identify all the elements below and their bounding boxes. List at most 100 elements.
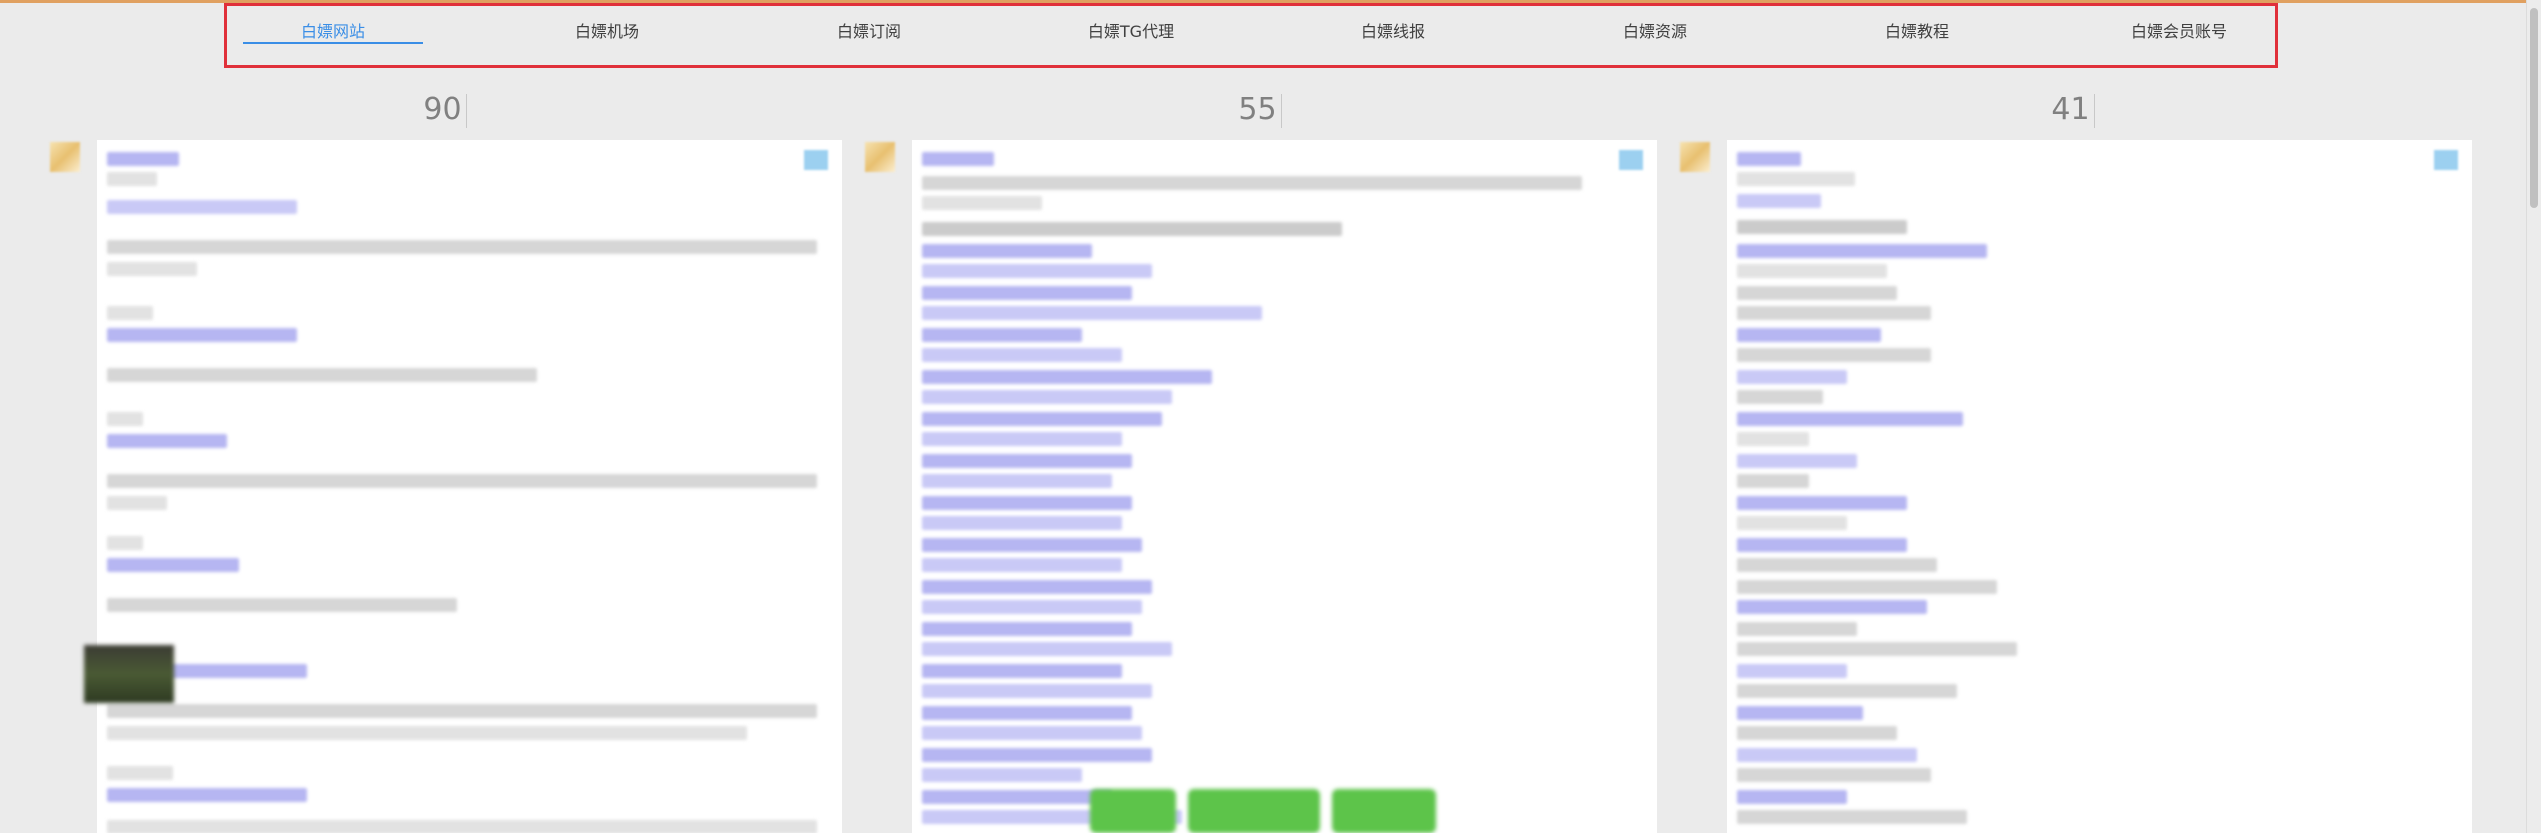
column-1-count: 90 <box>385 92 505 128</box>
post-author-link[interactable] <box>922 152 994 166</box>
post-link[interactable] <box>922 684 1152 698</box>
post-link[interactable] <box>922 538 1142 552</box>
post-text-line <box>107 262 197 276</box>
avatar-icon <box>1680 142 1710 172</box>
tab-baipiao-subscriptions[interactable]: 白嫖订阅 <box>779 6 959 58</box>
tab-baipiao-tg-proxy[interactable]: 白嫖TG代理 <box>1041 6 1221 58</box>
post-text-line <box>1737 642 2017 656</box>
post-text-line <box>107 368 537 382</box>
post-link[interactable] <box>922 496 1132 510</box>
post-column-1 <box>97 140 842 833</box>
post-link[interactable] <box>922 348 1122 362</box>
tab-baipiao-vip-accounts[interactable]: 白嫖会员账号 <box>2089 6 2269 58</box>
post-link[interactable] <box>922 432 1122 446</box>
post-link[interactable] <box>922 748 1152 762</box>
post-link[interactable] <box>922 726 1142 740</box>
post-link[interactable] <box>1737 194 1821 208</box>
post-text-line <box>1737 286 1897 300</box>
post-link[interactable] <box>922 370 1212 384</box>
post-text-line <box>1737 768 1931 782</box>
post-column-3 <box>1727 140 2472 833</box>
post-author-link[interactable] <box>107 152 179 166</box>
post-text-line <box>1737 684 1957 698</box>
post-label <box>107 412 143 426</box>
post-text-line <box>1737 516 1847 530</box>
post-link[interactable] <box>922 516 1122 530</box>
post-link[interactable] <box>1737 328 1881 342</box>
post-link[interactable] <box>1737 790 1847 804</box>
post-text-line <box>107 496 167 510</box>
post-meta <box>1737 172 1855 186</box>
tab-baipiao-tutorials[interactable]: 白嫖教程 <box>1827 6 2007 58</box>
post-link[interactable] <box>1737 244 1987 258</box>
post-text-line <box>1737 390 1823 404</box>
post-text-line <box>1737 580 1997 594</box>
post-link[interactable] <box>922 328 1082 342</box>
post-label <box>107 536 143 550</box>
post-link[interactable] <box>922 244 1092 258</box>
post-text-line <box>1737 474 1809 488</box>
post-text-line <box>922 176 1582 190</box>
post-text-line <box>107 474 817 488</box>
post-link[interactable] <box>107 788 307 802</box>
tab-baipiao-resources[interactable]: 白嫖资源 <box>1565 6 1745 58</box>
post-text-line <box>1737 306 1931 320</box>
category-tabs: 白嫖网站 白嫖机场 白嫖订阅 白嫖TG代理 白嫖线报 白嫖资源 白嫖教程 白嫖会… <box>224 3 2278 68</box>
post-link[interactable] <box>922 790 1112 804</box>
post-link[interactable] <box>107 434 227 448</box>
post-link[interactable] <box>1737 706 1863 720</box>
post-text-line <box>922 196 1042 210</box>
post-link[interactable] <box>922 412 1162 426</box>
post-link[interactable] <box>1737 496 1907 510</box>
post-column-2 <box>912 140 1657 833</box>
post-text-line <box>1737 726 1897 740</box>
post-link[interactable] <box>922 642 1172 656</box>
page-scrollbar[interactable] <box>2526 0 2541 833</box>
post-link[interactable] <box>922 264 1152 278</box>
post-text-line <box>922 222 1342 236</box>
action-button[interactable] <box>1188 789 1320 833</box>
image-icon <box>2434 150 2458 170</box>
post-text-line <box>1737 432 1809 446</box>
post-link[interactable] <box>922 622 1132 636</box>
post-link[interactable] <box>922 306 1262 320</box>
post-link[interactable] <box>107 328 297 342</box>
scrollbar-thumb[interactable] <box>2530 8 2538 208</box>
post-link[interactable] <box>922 390 1172 404</box>
post-link[interactable] <box>922 768 1082 782</box>
post-link[interactable] <box>107 558 239 572</box>
post-link[interactable] <box>922 706 1132 720</box>
post-link[interactable] <box>1737 664 1847 678</box>
action-button[interactable] <box>1090 789 1176 833</box>
post-link[interactable] <box>922 454 1132 468</box>
action-button[interactable] <box>1332 789 1436 833</box>
post-text-line <box>107 704 817 718</box>
post-link[interactable] <box>922 558 1122 572</box>
post-text-line <box>1737 264 1887 278</box>
post-link[interactable] <box>1737 454 1857 468</box>
post-text-line <box>1737 348 1931 362</box>
post-author-link[interactable] <box>1737 152 1801 166</box>
post-text-line <box>1737 558 1937 572</box>
column-3-count: 41 <box>2013 92 2133 128</box>
post-link[interactable] <box>1737 412 1963 426</box>
tab-baipiao-websites[interactable]: 白嫖网站 <box>243 6 423 58</box>
post-link[interactable] <box>922 286 1132 300</box>
avatar-icon <box>50 142 80 172</box>
post-link[interactable] <box>1737 370 1847 384</box>
post-thumbnail[interactable] <box>84 645 174 703</box>
image-icon <box>1619 150 1643 170</box>
image-icon <box>804 150 828 170</box>
avatar-icon <box>865 142 895 172</box>
post-link[interactable] <box>1737 538 1907 552</box>
post-link[interactable] <box>922 580 1152 594</box>
post-link[interactable] <box>107 200 297 214</box>
post-link[interactable] <box>922 474 1112 488</box>
post-label <box>107 766 173 780</box>
tab-baipiao-airports[interactable]: 白嫖机场 <box>517 6 697 58</box>
post-link[interactable] <box>1737 600 1927 614</box>
post-link[interactable] <box>922 600 1142 614</box>
post-link[interactable] <box>1737 748 1917 762</box>
tab-baipiao-deals[interactable]: 白嫖线报 <box>1303 6 1483 58</box>
post-link[interactable] <box>922 664 1122 678</box>
